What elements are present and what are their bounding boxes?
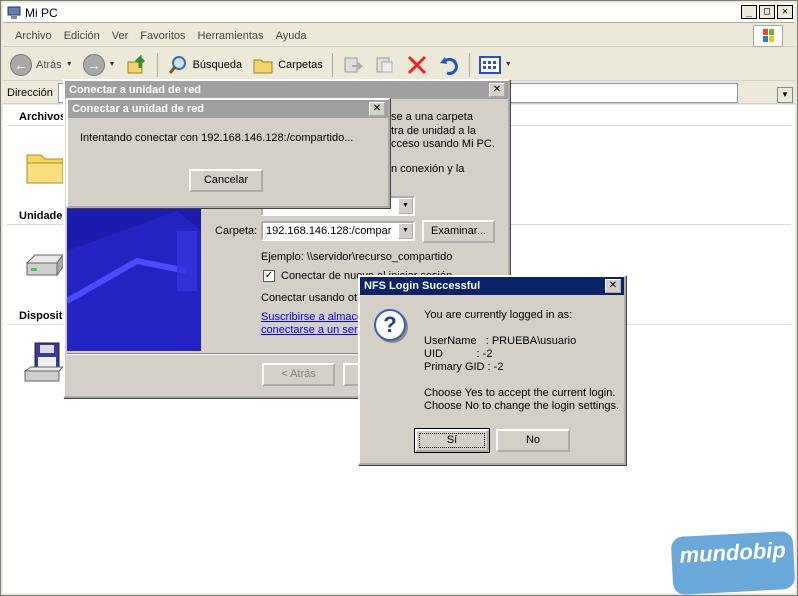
wizard-intro-line-4: n conexión y la xyxy=(391,163,465,175)
close-window-button[interactable]: ✕ xyxy=(777,5,793,19)
browse-button[interactable]: Examinar... xyxy=(422,220,495,243)
copy-to-icon xyxy=(376,57,393,72)
delete-x-icon xyxy=(407,55,426,74)
up-folder-button[interactable] xyxy=(123,51,151,79)
group-header-drives: Unidade xyxy=(19,210,63,222)
group-header-devices: Disposit xyxy=(19,310,63,322)
computer-icon xyxy=(7,6,21,19)
close-icon[interactable]: ✕ xyxy=(605,279,621,293)
address-label: Dirección xyxy=(7,86,53,99)
menu-herramientas[interactable]: Herramientas xyxy=(192,30,270,42)
folder-icon xyxy=(253,59,273,73)
username-text: UserName : PRUEBA\usuario xyxy=(424,335,577,347)
search-icon xyxy=(168,55,186,74)
dialog-titlebar: Conectar a unidad de red ✕ xyxy=(65,81,508,99)
back-button[interactable]: ← Atrás ▼ xyxy=(7,51,76,79)
delete-button[interactable] xyxy=(403,51,431,79)
close-icon[interactable]: ✕ xyxy=(369,102,385,116)
menu-archivo[interactable]: Archivo xyxy=(9,30,58,42)
dialog-title: Conectar a unidad de red xyxy=(72,103,205,115)
connect-as-text: Conectar usando ot xyxy=(261,292,358,304)
up-folder-icon xyxy=(127,53,145,73)
chevron-down-icon[interactable]: ▼ xyxy=(777,87,793,103)
forward-arrow-icon: → xyxy=(82,53,105,76)
wizard-intro-line-1: se a una carpeta xyxy=(391,111,473,123)
wizard-intro-line-2: tra de unidad a la xyxy=(391,125,477,137)
toolbar-separator xyxy=(156,52,158,77)
move-to-icon xyxy=(344,57,364,72)
dialog-titlebar: NFS Login Successful ✕ xyxy=(360,277,624,295)
chevron-down-icon[interactable]: ▼ xyxy=(109,61,116,68)
chevron-down-icon[interactable]: ▼ xyxy=(66,61,73,68)
toolbar-separator xyxy=(331,52,333,77)
folders-button[interactable]: Carpetas xyxy=(249,51,326,79)
dialog-title: NFS Login Successful xyxy=(364,280,481,292)
dialog-title: Conectar a unidad de red xyxy=(69,84,202,96)
wizard-intro-line-3: cceso usando Mi PC. xyxy=(391,138,495,150)
watermark-logo: mundobip xyxy=(670,530,796,596)
search-button[interactable]: Búsqueda xyxy=(164,51,246,79)
connecting-dialog: Conectar a unidad de red ✕ Intentando co… xyxy=(66,98,390,208)
move-to-button[interactable] xyxy=(339,51,367,79)
gid-text: Primary GID : -2 xyxy=(424,361,504,373)
chevron-down-icon[interactable]: ▼ xyxy=(398,198,413,214)
folder-value: 192.168.146.128:/compar xyxy=(266,225,392,237)
windows-logo-icon xyxy=(753,25,783,47)
no-hint-text: Choose No to change the login settings. xyxy=(424,400,620,412)
yes-hint-text: Choose Yes to accept the current login. xyxy=(424,387,616,399)
menu-bar: Archivo Edición Ver Favoritos Herramient… xyxy=(3,25,795,47)
copy-to-button[interactable] xyxy=(371,51,399,79)
group-header-files: Archivos xyxy=(19,111,67,123)
watermark-text: mundobip xyxy=(678,537,787,568)
connecting-message: Intentando conectar con 192.168.146.128:… xyxy=(80,132,354,144)
back-arrow-icon: ← xyxy=(10,53,32,76)
hard-drive-icon[interactable] xyxy=(23,245,67,289)
forward-button[interactable]: → ▼ xyxy=(80,51,119,79)
maximize-button[interactable]: □ xyxy=(759,5,775,19)
menu-edicion[interactable]: Edición xyxy=(58,30,106,42)
folders-label: Carpetas xyxy=(278,58,323,71)
menu-ayuda[interactable]: Ayuda xyxy=(270,30,313,42)
folder-example-text: Ejemplo: \\servidor\recurso_compartido xyxy=(261,251,453,263)
undo-icon xyxy=(439,56,458,75)
no-button[interactable]: No xyxy=(496,429,570,452)
yes-button[interactable]: Sí xyxy=(415,429,489,452)
toolbar-separator xyxy=(468,52,470,77)
window-title: Mi PC xyxy=(25,5,58,20)
back-label: Atrás xyxy=(36,58,62,71)
chevron-down-icon[interactable]: ▼ xyxy=(505,61,512,68)
search-label: Búsqueda xyxy=(192,58,243,71)
nfs-login-dialog: NFS Login Successful ✕ ? You are current… xyxy=(358,275,626,465)
logged-in-text: You are currently logged in as: xyxy=(424,309,573,321)
close-icon[interactable]: ✕ xyxy=(489,83,505,97)
views-grid-icon xyxy=(478,55,501,74)
toolbar: ← Atrás ▼ → ▼ Búsqueda Carpetas ▼ xyxy=(3,49,795,81)
dialog-titlebar: Conectar a unidad de red ✕ xyxy=(68,100,388,118)
wizard-back-button[interactable]: < Atrás xyxy=(262,363,335,386)
minimize-button[interactable]: _ xyxy=(741,5,757,19)
menu-ver[interactable]: Ver xyxy=(106,30,135,42)
menu-favoritos[interactable]: Favoritos xyxy=(134,30,191,42)
uid-text: UID : -2 xyxy=(424,348,493,360)
folder-combobox[interactable]: 192.168.146.128:/compar ▼ xyxy=(261,221,415,241)
window-titlebar: Mi PC _ □ ✕ xyxy=(3,3,795,23)
question-icon: ? xyxy=(374,309,406,341)
chevron-down-icon[interactable]: ▼ xyxy=(398,223,413,239)
reconnect-checkbox[interactable]: ✓ xyxy=(263,270,275,282)
connect-server-link[interactable]: conectarse a un ser xyxy=(261,324,358,336)
shared-folder-icon[interactable] xyxy=(23,145,67,189)
views-button[interactable]: ▼ xyxy=(476,51,515,79)
folder-label: Carpeta: xyxy=(215,225,258,237)
cancel-button[interactable]: Cancelar xyxy=(189,169,263,192)
floppy-drive-icon[interactable] xyxy=(23,341,67,385)
subscribe-storage-link[interactable]: Suscribirse a almace xyxy=(261,311,363,323)
undo-button[interactable] xyxy=(435,51,463,79)
